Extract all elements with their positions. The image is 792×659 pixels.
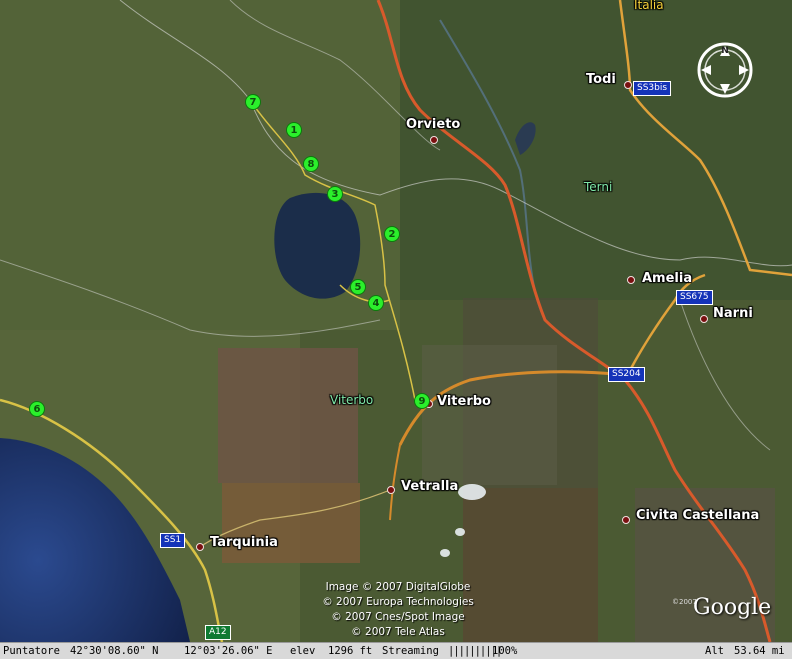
elevation-label: elev	[290, 645, 316, 657]
road-shield-ss675: SS675	[676, 290, 713, 305]
road-shield-ss204: SS204	[608, 367, 645, 382]
compass-north-label: N	[721, 46, 729, 56]
placemark-4[interactable]: 4	[368, 295, 384, 311]
country-label: Italia	[634, 0, 664, 12]
city-dot-todi[interactable]	[624, 81, 632, 89]
terrain-imagery	[0, 0, 792, 642]
city-label-viterbo[interactable]: Viterbo	[437, 394, 491, 409]
status-bar: Puntatore 42°30'08.60" N 12°03'26.06" E …	[0, 642, 792, 659]
city-label-orvieto[interactable]: Orvieto	[406, 117, 460, 132]
city-dot-amelia[interactable]	[627, 276, 635, 284]
navigation-compass[interactable]: N	[695, 40, 755, 100]
road-shield-ss1: SS1	[160, 533, 186, 548]
streaming-label: Streaming	[382, 645, 439, 657]
city-dot-tarquinia[interactable]	[196, 543, 204, 551]
city-label-narni[interactable]: Narni	[713, 306, 753, 321]
copyright-line: Image © 2007 DigitalGlobe	[325, 581, 471, 593]
longitude-readout: 12°03'26.06" E	[184, 645, 273, 657]
streaming-percent: 100%	[492, 645, 518, 657]
placemark-7[interactable]: 7	[245, 94, 261, 110]
city-label-todi[interactable]: Todi	[586, 72, 616, 87]
compass-icon[interactable]: N	[695, 40, 755, 100]
placemark-1[interactable]: 1	[286, 122, 302, 138]
altitude-readout: 53.64 mi	[734, 645, 785, 657]
city-dot-orvieto[interactable]	[430, 136, 438, 144]
copyright-line: © 2007 Europa Technologies	[322, 596, 474, 608]
placemark-6[interactable]: 6	[29, 401, 45, 417]
satellite-map-view[interactable]: Italia Terni Viterbo Todi Orvieto Amelia…	[0, 0, 792, 659]
placemark-8[interactable]: 8	[303, 156, 319, 172]
city-dot-narni[interactable]	[700, 315, 708, 323]
placemark-5[interactable]: 5	[350, 279, 366, 295]
city-label-civita-castellana[interactable]: Civita Castellana	[636, 508, 759, 523]
region-label-terni: Terni	[584, 180, 613, 194]
city-label-vetralla[interactable]: Vetralla	[401, 479, 458, 494]
pointer-label: Puntatore	[3, 645, 60, 657]
placemark-9[interactable]: 9	[414, 393, 430, 409]
altitude-label: Alt	[705, 645, 724, 657]
city-label-tarquinia[interactable]: Tarquinia	[210, 535, 278, 550]
elevation-readout: 1296 ft	[328, 645, 373, 657]
city-label-amelia[interactable]: Amelia	[642, 271, 692, 286]
placemark-3[interactable]: 3	[327, 186, 343, 202]
city-dot-vetralla[interactable]	[387, 486, 395, 494]
latitude-readout: 42°30'08.60" N	[70, 645, 159, 657]
road-shield-a12: A12	[205, 625, 231, 640]
copyright-line: © 2007 Cnes/Spot Image	[331, 611, 465, 623]
copyright-line: © 2007 Tele Atlas	[351, 626, 445, 638]
imagery-copyright: Image © 2007 DigitalGlobe © 2007 Europa …	[300, 580, 496, 640]
region-label-viterbo: Viterbo	[330, 393, 374, 407]
city-dot-civita-castellana[interactable]	[622, 516, 630, 524]
google-logo: Google	[693, 595, 772, 620]
road-shield-ss3bis: SS3bis	[633, 81, 672, 96]
placemark-2[interactable]: 2	[384, 226, 400, 242]
